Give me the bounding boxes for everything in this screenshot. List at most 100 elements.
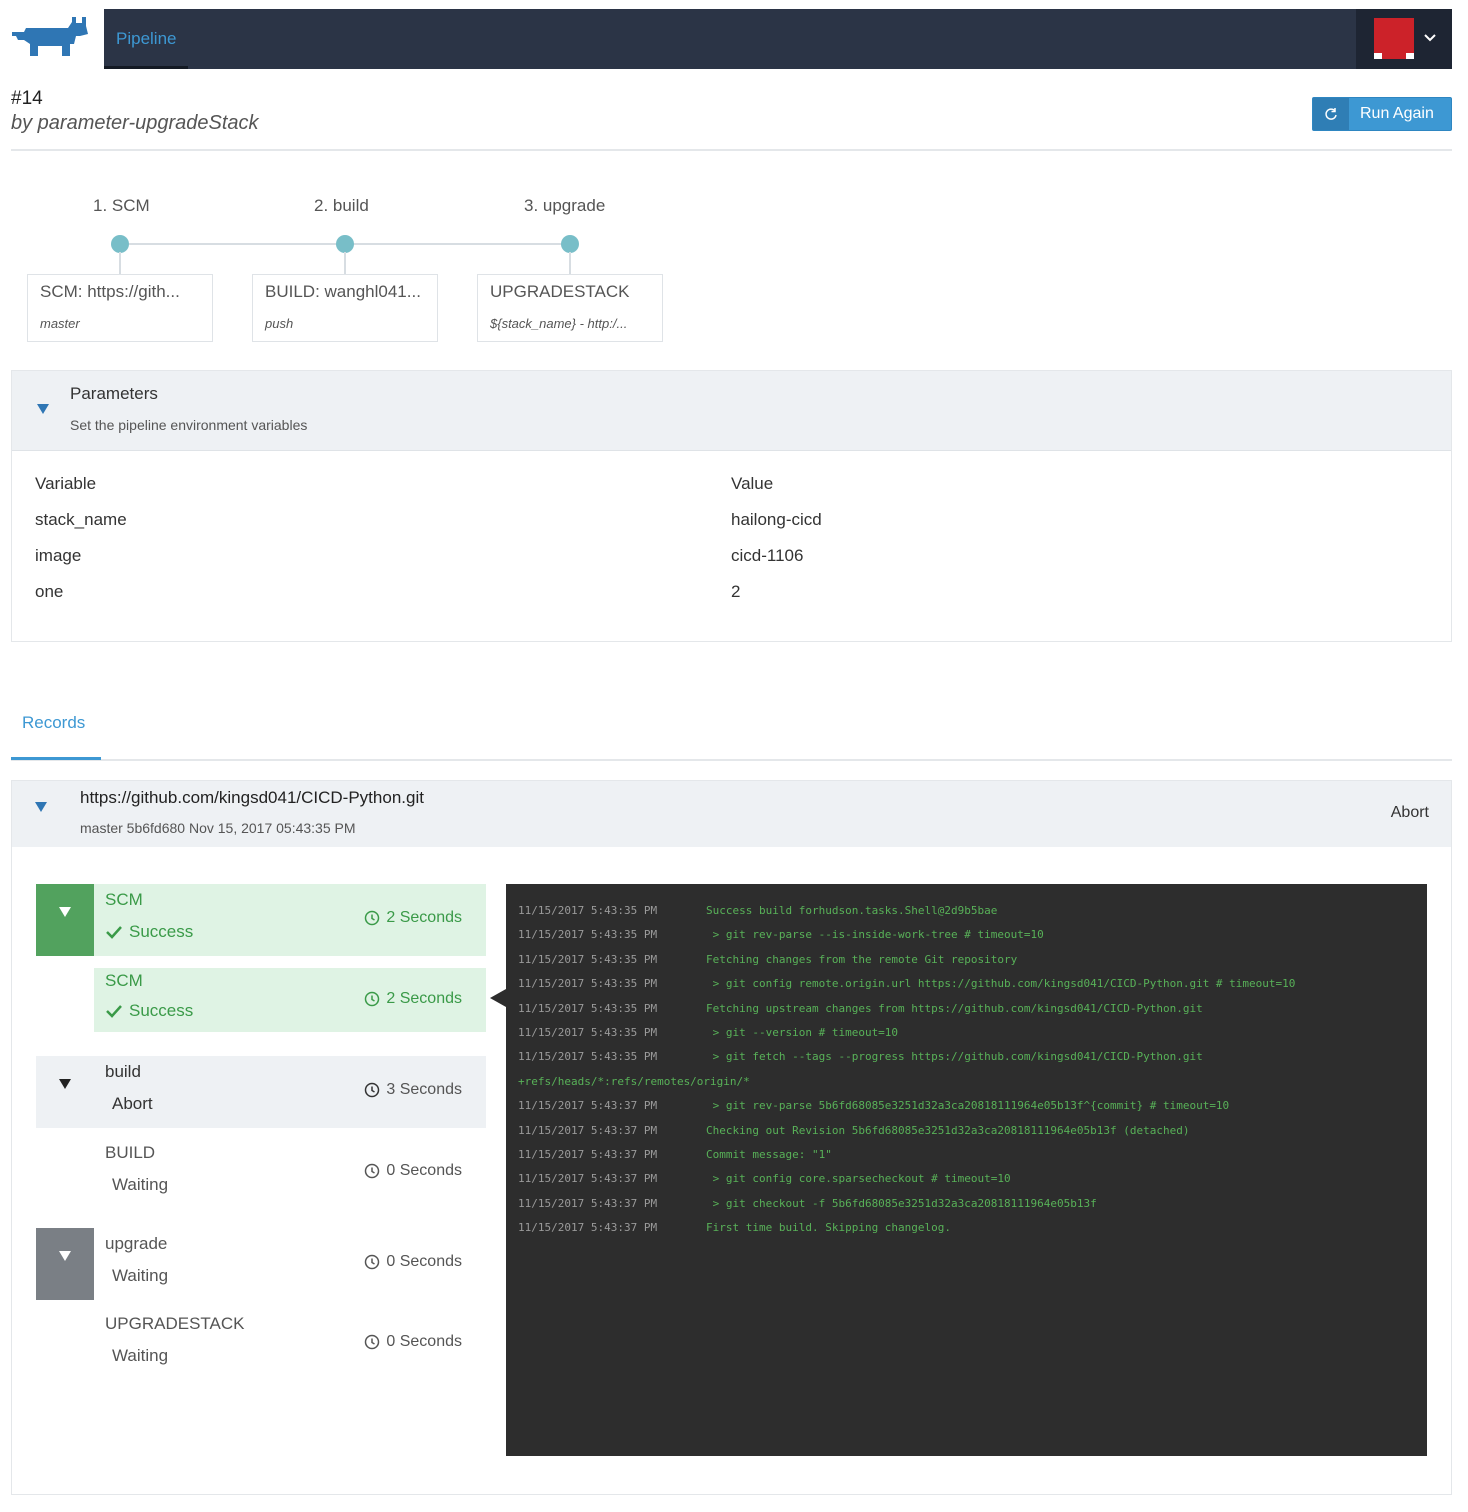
step-status: Waiting: [112, 1266, 169, 1285]
step-toggle[interactable]: [36, 1228, 94, 1300]
stage-card-subtitle: push: [265, 316, 294, 331]
step-body: UPGRADESTACK Waiting 0 Seconds: [94, 1308, 486, 1380]
stage-card-build[interactable]: BUILD: wanghl041... push: [252, 274, 438, 342]
log-timestamp: 11/15/2017 5:43:35 PM: [518, 1025, 658, 1039]
log-timestamp: 11/15/2017 5:43:35 PM: [518, 1001, 658, 1015]
step-duration: 0 Seconds: [364, 1162, 462, 1180]
step-scm[interactable]: SCM Success 2 Seconds: [36, 968, 486, 1032]
stage-title: 2. build: [314, 196, 369, 215]
log-line: 11/15/2017 5:43:35 PM > git fetch --tags…: [518, 1045, 1427, 1069]
abort-button[interactable]: Abort: [1391, 804, 1429, 822]
checkmark-icon: [106, 1005, 122, 1018]
stage-dot: [561, 235, 579, 253]
history-icon: [365, 1254, 380, 1270]
stage-dot: [111, 235, 129, 253]
run-again-button[interactable]: Run Again: [1312, 97, 1452, 131]
step-stage-scm[interactable]: SCM Success 2 Seconds: [36, 884, 486, 956]
chevron-down-icon[interactable]: [1422, 29, 1438, 45]
step-body: BUILD Waiting 0 Seconds: [94, 1137, 486, 1209]
divider: [11, 149, 1452, 151]
step-status-label: Success: [129, 922, 194, 941]
rancher-logo-icon[interactable]: [10, 14, 90, 60]
step-stage-upgrade[interactable]: upgrade Waiting 0 Seconds: [36, 1228, 486, 1300]
parameters-table-header: Variable Value: [12, 474, 1451, 504]
stage-card-scm[interactable]: SCM: https://gith... master: [27, 274, 213, 342]
build-log-console[interactable]: 11/15/2017 5:43:35 PM Success build forhu…: [506, 884, 1427, 1456]
caret-down-icon[interactable]: [36, 403, 50, 415]
log-timestamp: 11/15/2017 5:43:37 PM: [518, 1147, 658, 1161]
run-again-label: Run Again: [1360, 105, 1434, 122]
parameters-header[interactable]: Parameters Set the pipeline environment …: [12, 371, 1451, 451]
step-body: SCM Success 2 Seconds: [94, 884, 486, 956]
step-body: SCM Success 2 Seconds: [94, 968, 486, 1032]
step-upgradestack[interactable]: UPGRADESTACK Waiting 0 Seconds: [36, 1308, 486, 1380]
history-icon: [365, 991, 380, 1007]
history-icon: [365, 910, 380, 926]
run-trigger-by: by parameter-upgradeStack: [11, 112, 259, 134]
step-status-label: Success: [129, 1001, 194, 1020]
log-message: > git --version # timeout=10: [706, 1025, 899, 1039]
stage-card-upgrade[interactable]: UPGRADESTACK ${stack_name} - http:/...: [477, 274, 663, 342]
step-duration-label: 3 Seconds: [386, 1081, 462, 1098]
log-message: > git rev-parse --is-inside-work-tree # …: [706, 928, 1044, 942]
step-status: Waiting: [112, 1175, 169, 1194]
parameter-key: image: [35, 546, 82, 565]
stage-card-subtitle: master: [40, 316, 80, 331]
log-message: > git config remote.origin.url https://g…: [706, 977, 1296, 991]
step-body: upgrade Waiting 0 Seconds: [94, 1228, 486, 1300]
record-header[interactable]: https://github.com/kingsd041/CICD-Python…: [12, 781, 1451, 847]
step-duration: 0 Seconds: [364, 1333, 462, 1351]
step-name: upgrade: [105, 1234, 168, 1253]
log-line: 11/15/2017 5:43:35 PM Fetching changes fr…: [518, 948, 1427, 972]
history-icon: [365, 1082, 380, 1098]
stage-card-subtitle: ${stack_name} - http:/...: [490, 316, 628, 331]
tab-records[interactable]: Records: [22, 713, 85, 733]
log-timestamp: 11/15/2017 5:43:37 PM: [518, 1196, 658, 1210]
log-line: 11/15/2017 5:43:35 PM > git --version # …: [518, 1021, 1427, 1045]
log-message: Fetching changes from the remote Git rep…: [706, 952, 1018, 966]
step-duration-label: 2 Seconds: [386, 909, 462, 926]
log-line: 11/15/2017 5:43:35 PM Fetching upstream c…: [518, 997, 1427, 1021]
step-duration: 2 Seconds: [364, 909, 462, 927]
step-duration-label: 0 Seconds: [386, 1253, 462, 1270]
avatar[interactable]: [1374, 18, 1414, 59]
step-duration: 2 Seconds: [364, 990, 462, 1008]
log-line: 11/15/2017 5:43:37 PM First time build. S…: [518, 1216, 1427, 1240]
log-line: 11/15/2017 5:43:35 PM > git config remot…: [518, 972, 1427, 996]
step-toggle[interactable]: [36, 884, 94, 956]
step-duration-label: 0 Seconds: [386, 1333, 462, 1350]
log-line: 11/15/2017 5:43:37 PM > git rev-parse 5b…: [518, 1094, 1427, 1118]
record-panel: https://github.com/kingsd041/CICD-Python…: [11, 780, 1452, 1495]
log-timestamp: 11/15/2017 5:43:35 PM: [518, 928, 658, 942]
log-message: Fetching upstream changes from https://g…: [706, 1001, 1203, 1015]
caret-down-icon: [59, 1251, 71, 1261]
step-build[interactable]: BUILD Waiting 0 Seconds: [36, 1137, 486, 1209]
checkmark-icon: [106, 926, 122, 939]
active-tab-indicator: [104, 66, 188, 69]
stage-dot: [336, 235, 354, 253]
log-line: +refs/heads/*:refs/remotes/origin/*: [518, 1070, 1427, 1094]
top-navigation-bar: Pipeline: [104, 9, 1452, 69]
step-name: build: [105, 1062, 141, 1081]
log-timestamp: 11/15/2017 5:43:37 PM: [518, 1172, 658, 1186]
log-message: Checking out Revision 5b6fd68085e3251d32…: [706, 1123, 1190, 1137]
stage-stem: [119, 252, 121, 274]
caret-down-icon[interactable]: [34, 801, 48, 813]
log-line: 11/15/2017 5:43:37 PM > git checkout -f …: [518, 1192, 1427, 1216]
column-header-variable: Variable: [35, 474, 97, 493]
step-name: SCM: [105, 971, 143, 990]
step-toggle[interactable]: [36, 1056, 94, 1128]
parameters-panel: Parameters Set the pipeline environment …: [11, 370, 1452, 642]
stage-stem: [344, 252, 346, 274]
run-number: #14: [11, 88, 43, 109]
step-duration: 0 Seconds: [364, 1253, 462, 1271]
tab-pipeline[interactable]: Pipeline: [104, 9, 190, 69]
step-stage-build[interactable]: build Abort 3 Seconds: [36, 1056, 486, 1128]
active-tab-indicator: [11, 757, 101, 760]
user-menu[interactable]: [1356, 9, 1452, 69]
log-line: 11/15/2017 5:43:35 PM > git rev-parse --…: [518, 923, 1427, 947]
caret-down-icon: [59, 1079, 71, 1089]
parameter-row: image cicd-1106: [12, 546, 1451, 576]
step-name: SCM: [105, 890, 143, 909]
step-status: Abort: [112, 1094, 153, 1113]
